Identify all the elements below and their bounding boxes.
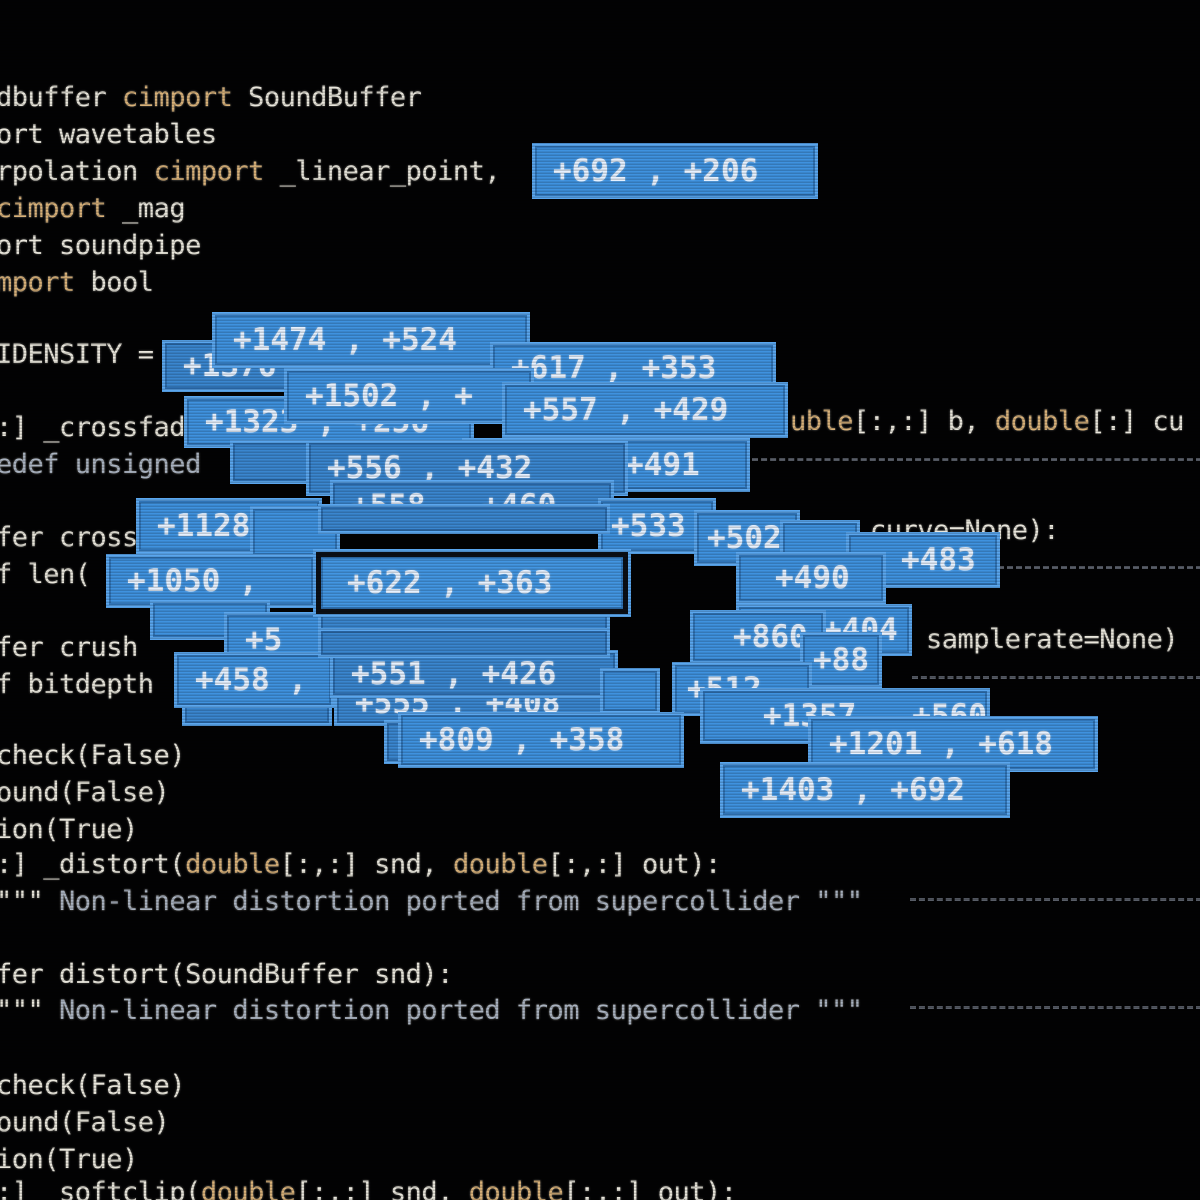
selected-coordinate-box[interactable]: +622 , +363 [313, 549, 631, 617]
code-line: ion(True) [0, 814, 138, 845]
code-line: ort wavetables [0, 119, 217, 150]
code-line: ound(False) [0, 1107, 170, 1138]
code-line: fer crush [0, 632, 138, 663]
code-line: dbuffer cimport SoundBuffer [0, 82, 422, 113]
code-line: """ Non-linear distortion ported from su… [0, 995, 863, 1026]
coordinate-box[interactable]: +1474 , +524 [212, 312, 530, 368]
code-line: fer distort(SoundBuffer snd): [0, 959, 453, 990]
code-line: check(False) [0, 740, 186, 771]
comment-rule [910, 1006, 1200, 1009]
code-line: f len( [0, 559, 91, 590]
coordinate-box[interactable]: +88 [800, 632, 882, 688]
code-line: ion(True) [0, 1144, 138, 1175]
code-fragment-crush-kwargs: samplerate=None) [926, 624, 1179, 655]
coordinate-box[interactable] [318, 628, 610, 658]
coordinate-box[interactable]: +490 [736, 552, 886, 604]
code-fragment-crossfade-args: uble[:,:] b, double[:] cu [790, 406, 1184, 437]
code-line: ort soundpipe [0, 230, 201, 261]
coordinate-box[interactable]: +557 , +429 [502, 382, 788, 438]
coordinate-box[interactable]: +692 , +206 [532, 143, 818, 199]
comment-rule [998, 566, 1200, 569]
code-line: fer cross [0, 522, 138, 553]
code-line: f bitdepth [0, 669, 154, 700]
coordinate-box[interactable]: +458 , [174, 652, 334, 708]
coordinate-box[interactable]: +1403 , +692 [720, 762, 1010, 818]
code-line: ound(False) [0, 777, 170, 808]
terminal-screen: dbuffer cimport SoundBuffer ort wavetabl… [0, 0, 1200, 1200]
code-line: :] _distort(double[:,:] snd, double[:,:]… [0, 849, 721, 880]
coordinate-box[interactable] [600, 668, 660, 714]
comment-rule [910, 898, 1200, 901]
code-line: IDENSITY = [0, 339, 170, 370]
code-line: :] _softclip(double[:,:] snd, double[:,:… [0, 1177, 737, 1200]
coordinate-box[interactable]: +809 , +358 [398, 712, 684, 768]
code-line: edef unsigned [0, 449, 201, 480]
code-line: """ Non-linear distortion ported from su… [0, 886, 863, 917]
code-line: check(False) [0, 1070, 186, 1101]
coordinate-box[interactable]: +1502 , + [284, 368, 534, 424]
code-line: mport bool [0, 267, 154, 298]
code-line: rpolation cimport _linear_point, [0, 156, 501, 187]
comment-rule [912, 676, 1200, 679]
coordinate-box[interactable] [318, 504, 610, 534]
comment-rule [752, 458, 1200, 461]
code-line: cimport _mag [0, 193, 186, 224]
code-line: :] _crossfad [0, 412, 186, 443]
